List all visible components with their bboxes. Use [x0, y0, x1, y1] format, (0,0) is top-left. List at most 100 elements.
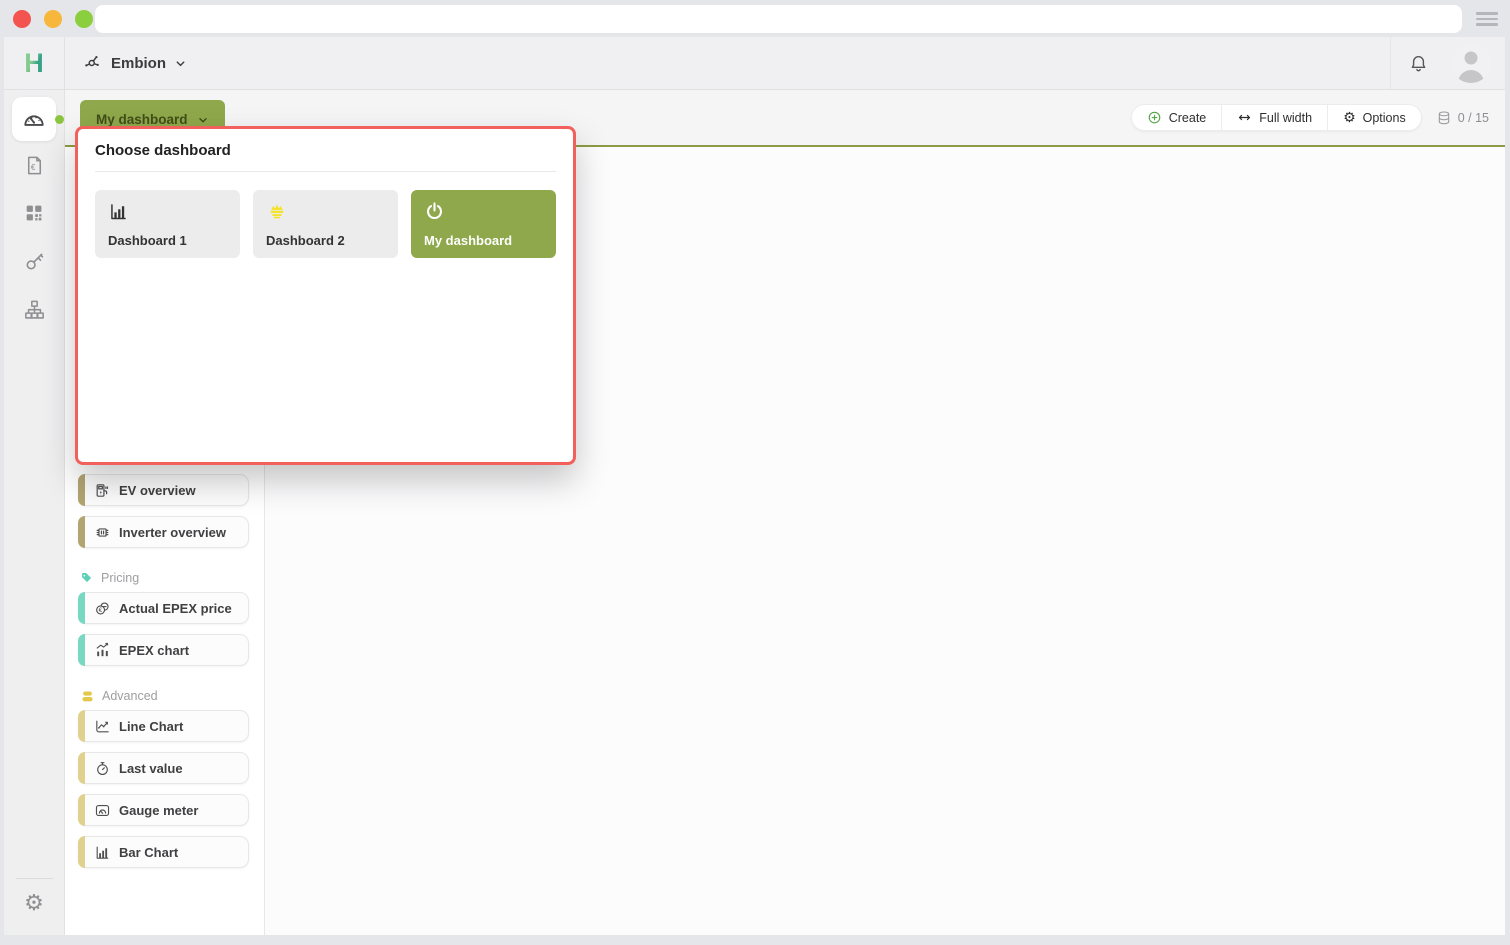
widget-accent-bar — [78, 592, 85, 624]
widgets-grid-icon — [23, 202, 45, 224]
widget-item-label: Bar Chart — [119, 845, 178, 860]
dashboard-card-label: Dashboard 2 — [266, 233, 385, 248]
options-gear-icon: ⚙ — [1343, 111, 1356, 125]
sidebar-nav: € — [4, 90, 65, 935]
key-icon — [23, 250, 46, 273]
stack-icon — [80, 689, 95, 704]
plus-circle-icon — [1147, 110, 1162, 125]
active-indicator-dot — [55, 115, 64, 124]
widget-item-inverter-overview[interactable]: Inverter overview — [78, 516, 249, 548]
euro-coins-icon: € — [94, 600, 111, 617]
window-controls — [13, 10, 93, 28]
user-avatar[interactable] — [1451, 43, 1491, 83]
sidebar-item-topology[interactable] — [4, 285, 64, 333]
widget-section-label: Advanced — [102, 689, 158, 703]
tag-icon — [80, 571, 94, 585]
create-button-label: Create — [1169, 111, 1207, 125]
dashboard-selector-label: My dashboard — [96, 112, 188, 127]
line-chart-icon — [94, 718, 111, 735]
address-bar-input[interactable] — [95, 5, 1462, 33]
ev-charger-icon — [94, 482, 111, 499]
widget-accent-bar — [78, 836, 85, 868]
topology-sitemap-icon — [23, 298, 46, 321]
widget-item-last-value[interactable]: Last value — [78, 752, 249, 784]
widget-section-advanced: Advanced — [80, 688, 249, 704]
choose-dashboard-modal: Choose dashboard Dashboard 1 — [75, 126, 576, 465]
widget-accent-bar — [78, 634, 85, 666]
horizontal-arrows-icon — [1237, 110, 1252, 125]
notifications-button[interactable] — [1401, 46, 1435, 80]
widget-accent-bar — [78, 474, 85, 506]
network-hub-icon — [83, 53, 103, 73]
sidebar-item-invoices[interactable]: € — [4, 141, 64, 189]
modal-title: Choose dashboard — [95, 142, 556, 172]
widget-item-actual-epex-price[interactable]: € Actual EPEX price — [78, 592, 249, 624]
options-button-label: Options — [1363, 111, 1406, 125]
invoice-euro-icon: € — [23, 154, 46, 177]
header-right-section — [1390, 37, 1505, 89]
widget-accent-bar — [78, 516, 85, 548]
widget-item-epex-chart[interactable]: EPEX chart — [78, 634, 249, 666]
widget-item-label: EPEX chart — [119, 643, 189, 658]
create-widget-button[interactable]: Create — [1132, 105, 1222, 130]
widget-item-label: Inverter overview — [119, 525, 226, 540]
svg-text:€: € — [99, 607, 103, 614]
sidebar-item-settings[interactable]: ⚙ — [4, 879, 64, 929]
epex-chart-icon — [94, 642, 111, 659]
zoom-window-button[interactable] — [75, 10, 93, 28]
widget-item-bar-chart[interactable]: Bar Chart — [78, 836, 249, 868]
settings-gear-icon: ⚙ — [24, 893, 44, 915]
dashboard-cards: Dashboard 1 Dashboard 2 My dashboard — [95, 190, 556, 258]
options-button[interactable]: ⚙ Options — [1327, 105, 1421, 130]
widget-counter: 0 / 15 — [1436, 110, 1489, 126]
widget-item-line-chart[interactable]: Line Chart — [78, 710, 249, 742]
gauge-icon — [94, 802, 111, 819]
widget-item-ev-overview[interactable]: EV overview — [78, 474, 249, 506]
bell-icon — [1408, 53, 1429, 74]
dashboard-card-label: Dashboard 1 — [108, 233, 227, 248]
dashboard-card-1[interactable]: Dashboard 1 — [95, 190, 240, 258]
sidebar-item-widgets[interactable] — [4, 189, 64, 237]
bar-chart-icon — [108, 200, 227, 222]
widget-item-label: Line Chart — [119, 719, 183, 734]
widget-item-label: EV overview — [119, 483, 196, 498]
widget-section-label: Pricing — [101, 571, 139, 585]
browser-bar — [0, 0, 1510, 37]
widget-item-label: Last value — [119, 761, 183, 776]
full-width-button[interactable]: Full width — [1221, 105, 1327, 130]
widget-item-label: Actual EPEX price — [119, 601, 232, 616]
widget-counter-value: 0 / 15 — [1458, 111, 1489, 125]
chevron-down-icon — [174, 57, 187, 70]
bar-chart-icon — [94, 844, 111, 861]
app-header: H Embion — [4, 37, 1505, 90]
stopwatch-icon — [94, 760, 111, 777]
sidebar-item-access-keys[interactable] — [4, 237, 64, 285]
close-window-button[interactable] — [13, 10, 31, 28]
widget-item-label: Gauge meter — [119, 803, 198, 818]
minimize-window-button[interactable] — [44, 10, 62, 28]
layers-stack-icon — [1436, 110, 1452, 126]
svg-text:€: € — [30, 162, 35, 171]
dashboard-card-my-dashboard-selected[interactable]: My dashboard — [411, 190, 556, 258]
dashboard-card-label: My dashboard — [424, 233, 543, 248]
browser-menu-icon[interactable] — [1476, 9, 1498, 29]
sidebar-item-dashboards[interactable] — [12, 97, 56, 141]
widget-accent-bar — [78, 752, 85, 784]
power-icon — [424, 200, 543, 222]
organization-selector[interactable]: Embion — [65, 37, 205, 89]
inverter-chip-icon — [94, 524, 111, 541]
app-logo[interactable]: H — [4, 37, 65, 89]
full-width-button-label: Full width — [1259, 111, 1312, 125]
chevron-down-icon — [197, 114, 209, 126]
dashboard-speedometer-icon — [21, 106, 47, 132]
widget-section-pricing: Pricing — [80, 570, 249, 586]
dashboard-card-2[interactable]: Dashboard 2 — [253, 190, 398, 258]
toolbar-right-section: Create Full width ⚙ Options — [1131, 104, 1489, 131]
widget-accent-bar — [78, 794, 85, 826]
organization-name: Embion — [111, 55, 166, 72]
widget-item-gauge-meter[interactable]: Gauge meter — [78, 794, 249, 826]
sun-icon — [266, 200, 385, 222]
logo-letter: H — [24, 50, 44, 77]
toolbar-button-group: Create Full width ⚙ Options — [1131, 104, 1422, 131]
widget-accent-bar — [78, 710, 85, 742]
